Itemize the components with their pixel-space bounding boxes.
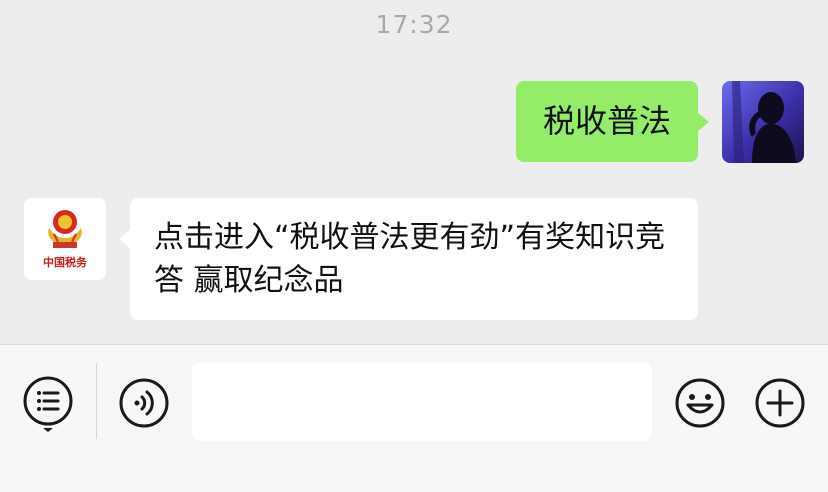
incoming-message-text: 点击进入“税收普法更有劲”有奖知识竞答 赢取纪念品	[154, 220, 666, 298]
more-button[interactable]	[754, 377, 806, 429]
sender-avatar[interactable]: 中国税务	[24, 198, 106, 280]
bubble-tail	[697, 112, 709, 132]
user-avatar[interactable]	[722, 81, 804, 163]
outgoing-message-bubble[interactable]: 税收普法	[515, 81, 709, 162]
input-bar-divider	[96, 363, 97, 439]
incoming-message-bubble[interactable]: 点击进入“税收普法更有劲”有奖知识竞答 赢取纪念品	[119, 198, 698, 320]
voice-icon	[119, 378, 169, 428]
plus-icon	[755, 378, 805, 428]
outgoing-message-text: 税收普法	[542, 102, 671, 140]
user-avatar-icon	[732, 81, 796, 163]
chat-area: 17:32 税收普法 中国税务 点击进入“税收普法更有劲”有奖知识竞答 赢取纪念…	[0, 0, 828, 344]
bubble-tail	[119, 229, 131, 249]
menu-list-icon	[23, 376, 73, 432]
sender-logo-text: 中国税务	[43, 256, 87, 269]
menu-list-button[interactable]	[22, 375, 74, 432]
input-bar	[0, 344, 828, 492]
message-input[interactable]	[192, 363, 652, 441]
message-timestamp: 17:32	[375, 10, 453, 39]
voice-button[interactable]	[118, 377, 170, 429]
emoji-icon	[675, 378, 725, 428]
emoji-button[interactable]	[674, 377, 726, 429]
